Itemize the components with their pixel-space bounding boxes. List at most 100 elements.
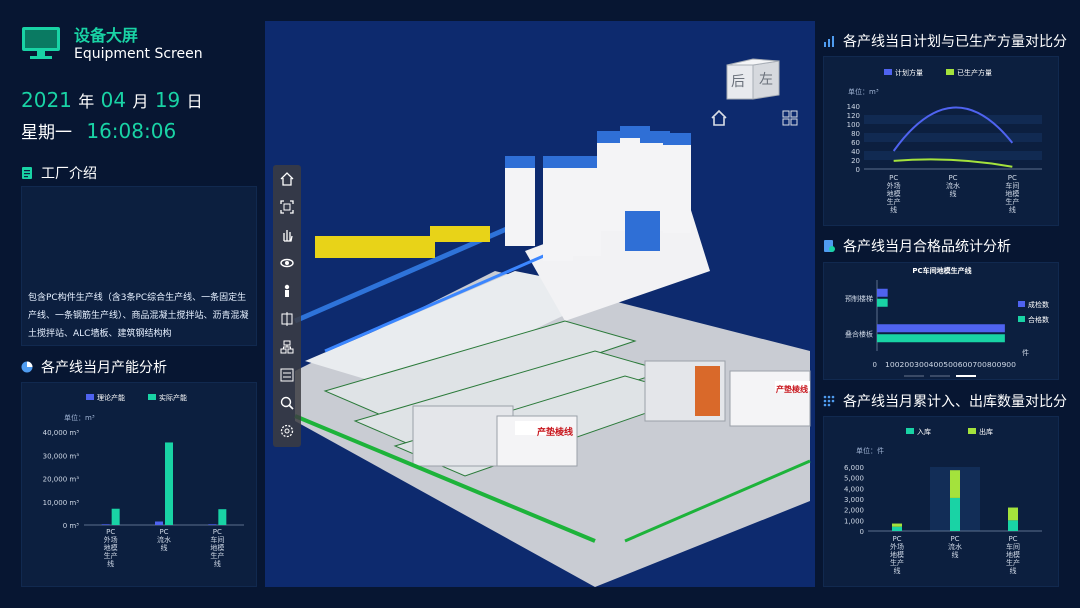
chart-subtitle: PC车间地模生产线: [912, 266, 971, 275]
x-tick-label: 外场: [104, 535, 118, 544]
x-tick-label: 0: [873, 361, 877, 369]
x-tick-label: 线: [161, 543, 168, 552]
plan-chart: 计划方量 已生产方量单位：m³020406080100120140PC外场地模生产…: [847, 68, 1042, 214]
x-unit-label: 件: [1022, 348, 1029, 357]
bar: [155, 521, 163, 525]
x-tick-label: 生产: [887, 197, 901, 206]
x-tick-label: 线: [890, 205, 897, 214]
x-tick-label: 车间: [1005, 181, 1019, 190]
legend-swatch: [884, 69, 892, 75]
scroll-indicator: [956, 375, 976, 377]
quality-chart: PC车间地模生产线预制楼梯叠合楼板 0 1002003004005006007008…: [845, 266, 1049, 377]
x-tick-label: 100200300400500600700800900: [885, 361, 1016, 369]
cube-face-back: 后: [731, 74, 745, 90]
x-tick-label: 车间: [1006, 542, 1020, 551]
list-icon: [280, 368, 294, 382]
time-display: 星期一 16:08:06: [21, 118, 176, 143]
toolbar-fit-button[interactable]: [273, 193, 301, 221]
legend-swatch: [968, 428, 976, 434]
model-viewport[interactable]: 产垫棱线 产垫棱线 后 左: [265, 21, 815, 587]
bar: [877, 334, 1005, 343]
bar: [111, 508, 120, 525]
y-tick-label: 1,000: [844, 517, 864, 525]
x-tick-label: PC: [892, 535, 901, 543]
view-home-button[interactable]: [710, 109, 728, 127]
y-tick-label: 80: [851, 130, 860, 138]
quality-panel: PC车间地模生产线 预制楼梯 叠合楼板 0 1002003004005006007008…: [823, 262, 1059, 380]
x-tick-label: 地模: [1005, 189, 1019, 198]
viewer-toolbar: [273, 165, 301, 447]
orbit-icon: [280, 258, 294, 268]
factory-description: 包含PC构件生产线（含3条PC综合生产线、一条固定生产线、一条钢筋生产线）、商品…: [28, 293, 249, 339]
quality-title: 各产线当月合格品统计分析: [843, 239, 1011, 255]
view-grid-button[interactable]: [781, 109, 799, 127]
navigation-cube[interactable]: 后 左: [725, 57, 781, 101]
bar: [1008, 520, 1018, 531]
legend-label: 成检数: [1028, 300, 1049, 309]
x-tick-label: 流水: [948, 542, 962, 551]
x-tick-label: 线: [894, 566, 901, 575]
date-day-suffix: 日: [186, 92, 203, 111]
plan-section-title: 各产线当日计划与已生产方量对比分: [823, 31, 1067, 51]
legend-label: 合格数: [1028, 315, 1049, 324]
bar: [165, 442, 173, 525]
toolbar-search-button[interactable]: [273, 389, 301, 417]
y-tick-label: 6,000: [844, 464, 864, 472]
x-tick-label: PC: [213, 528, 222, 536]
toolbar-section-button[interactable]: [273, 305, 301, 333]
x-tick-label: 流水: [157, 535, 171, 544]
x-tick-label: 线: [950, 189, 957, 198]
y-tick-label: 140: [847, 103, 860, 111]
hopper-row: [315, 236, 435, 258]
legend-label: 计划方量: [895, 68, 923, 77]
x-tick-label: PC: [159, 528, 168, 536]
y-tick-label: 100: [847, 121, 860, 129]
dots-grid-icon: [823, 395, 835, 407]
x-tick-label: 生产: [104, 551, 118, 560]
scroll-indicator: [930, 375, 950, 377]
bar: [877, 298, 888, 307]
clock: 16:08:06: [86, 119, 177, 143]
inout-chart: 入库 出库单位：件 0 1,000 2,000 3,000 4,000 5,000 6,000 P…: [844, 427, 1042, 575]
y-tick-label: 叠合楼板: [845, 329, 873, 338]
x-tick-label: 生产: [210, 551, 224, 560]
x-tick-label: 地模: [890, 550, 904, 559]
x-tick-label: 线: [107, 559, 114, 568]
bar: [208, 524, 217, 525]
report-icon: [824, 240, 835, 252]
legend-label: 实际产能: [159, 393, 187, 402]
toolbar-home-button[interactable]: [273, 165, 301, 193]
x-tick-label: 生产: [1006, 558, 1020, 567]
series-line: [892, 106, 1014, 152]
x-tick-label: 外场: [890, 542, 904, 551]
grid-band: [864, 133, 1042, 142]
y-tick-label: 0 m³: [63, 522, 79, 530]
bar: [218, 509, 227, 525]
cube-face-left: 左: [759, 72, 773, 88]
weekday: 星期一: [21, 123, 72, 143]
toolbar-orbit-button[interactable]: [273, 249, 301, 277]
bar-chart-icon: [824, 36, 834, 47]
pan-hand-icon: [283, 230, 293, 242]
header-logo: [21, 26, 61, 60]
bar: [877, 324, 1005, 333]
toolbar-layers-button[interactable]: [273, 333, 301, 361]
factory-3d-model: 产垫棱线 产垫棱线: [294, 126, 811, 587]
x-tick-label: 车间: [210, 535, 224, 544]
date-day: 19: [154, 88, 181, 112]
x-tick-label: PC: [950, 535, 959, 543]
section-icon: [281, 312, 293, 326]
toolbar-settings-button[interactable]: [273, 417, 301, 445]
legend-swatch: [1018, 316, 1025, 322]
y-tick-label: 0: [860, 528, 864, 536]
toolbar-list-button[interactable]: [273, 361, 301, 389]
y-tick-label: 3,000: [844, 496, 864, 504]
y-tick-label: 120: [847, 112, 860, 120]
legend-label: 理论产能: [97, 393, 125, 402]
toolbar-person-button[interactable]: [273, 277, 301, 305]
toolbar-pan-button[interactable]: [273, 221, 301, 249]
factory-title: 工厂介绍: [41, 166, 97, 182]
x-tick-label: 生产: [1005, 197, 1019, 206]
plan-title: 各产线当日计划与已生产方量对比分: [843, 34, 1067, 50]
x-tick-label: 线: [952, 550, 959, 559]
